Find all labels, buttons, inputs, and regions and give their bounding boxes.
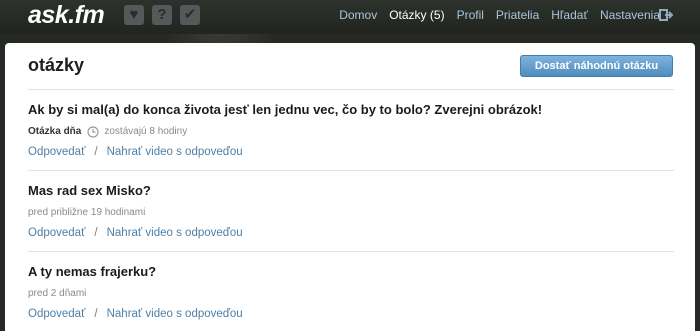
question-of-day-label: Otázka dňa — [28, 126, 82, 137]
top-bar: ask.fm ♥ ? ✔ Domov Otázky (5) Profil Pri… — [0, 0, 700, 34]
question-item: Mas rad sex Misko? pred približne 19 hod… — [28, 170, 674, 251]
random-question-button[interactable]: Dostať náhodnú otázku — [520, 55, 673, 77]
separator: / — [94, 308, 98, 320]
page: ask.fm ♥ ? ✔ Domov Otázky (5) Profil Pri… — [0, 0, 700, 331]
nav-friends[interactable]: Priatelia — [496, 8, 539, 22]
likes-icon[interactable]: ♥ — [124, 5, 144, 25]
card-header: otázky Dostať náhodnú otázku — [5, 43, 695, 81]
nav-home[interactable]: Domov — [339, 8, 377, 22]
question-text: A ty nemas frajerku? — [28, 264, 157, 279]
question-icon[interactable]: ? — [152, 5, 172, 25]
question-actions: Odpovedať / Nahrať video s odpoveďou — [28, 307, 674, 321]
main-nav: Domov Otázky (5) Profil Priatelia Hľadať… — [327, 0, 660, 30]
question-actions: Odpovedať / Nahrať video s odpoveďou — [28, 226, 674, 240]
separator: / — [94, 146, 98, 158]
upload-video-link[interactable]: Nahrať video s odpoveďou — [107, 227, 243, 239]
question-item: Ak by si mal(a) do konca života jesť len… — [28, 89, 674, 170]
logout-icon[interactable] — [658, 7, 674, 23]
question-item: A ty nemas frajerku? pred 2 dňami Odpove… — [28, 251, 674, 331]
clock-icon — [87, 125, 99, 138]
question-meta: pred 2 dňami — [28, 287, 674, 300]
check-icon[interactable]: ✔ — [180, 5, 200, 25]
question-meta: pred približne 19 hodinami — [28, 206, 674, 219]
question-time: pred 2 dňami — [28, 288, 87, 299]
answer-link[interactable]: Odpovedať — [28, 308, 85, 320]
askfm-logo[interactable]: ask.fm — [28, 1, 105, 29]
nav-questions[interactable]: Otázky (5) — [389, 8, 444, 22]
question-time: pred približne 19 hodinami — [28, 207, 146, 218]
separator: / — [94, 227, 98, 239]
question-time: zostávajú 8 hodiny — [104, 126, 188, 137]
question-actions: Odpovedať / Nahrať video s odpoveďou — [28, 145, 674, 159]
page-title: otázky — [28, 55, 85, 75]
upload-video-link[interactable]: Nahrať video s odpoveďou — [107, 308, 243, 320]
questions-list: Ak by si mal(a) do konca života jesť len… — [28, 89, 674, 331]
question-text: Ak by si mal(a) do konca života jesť len… — [28, 102, 543, 117]
questions-card: otázky Dostať náhodnú otázku Ak by si ma… — [5, 43, 695, 331]
question-meta: Otázka dňa zostávajú 8 hodiny — [28, 125, 674, 138]
answer-link[interactable]: Odpovedať — [28, 227, 85, 239]
question-text: Mas rad sex Misko? — [28, 183, 151, 198]
nav-settings[interactable]: Nastavenia — [600, 8, 660, 22]
nav-search[interactable]: Hľadať — [551, 8, 588, 22]
upload-video-link[interactable]: Nahrať video s odpoveďou — [107, 146, 243, 158]
answer-link[interactable]: Odpovedať — [28, 146, 85, 158]
nav-profile[interactable]: Profil — [457, 8, 484, 22]
top-icons: ♥ ? ✔ — [124, 5, 200, 25]
